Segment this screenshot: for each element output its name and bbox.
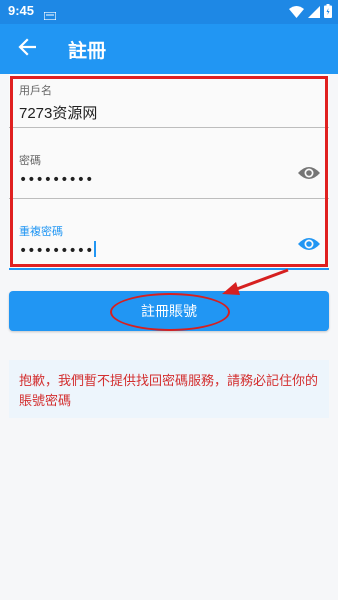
notice-text: 抱歉，我們暫不提供找回密碼服務，請務必記住你的賬號密碼	[19, 374, 319, 409]
eye-icon[interactable]	[297, 235, 321, 253]
password-label: 密碼	[19, 154, 41, 167]
signal-icon	[308, 5, 320, 23]
confirm-password-value: •••••••••	[19, 243, 94, 259]
confirm-password-input[interactable]: •••••••••	[19, 241, 97, 259]
back-button[interactable]	[12, 34, 42, 64]
password-field[interactable]: 密碼 •••••••••	[9, 128, 329, 199]
page-title: 註冊	[68, 40, 107, 62]
eye-icon[interactable]	[297, 164, 321, 182]
registration-form: 用戶名 7273资源网 密碼 ••••••••• 重複密碼 •••••••••	[9, 74, 329, 270]
register-button[interactable]: 註冊賬號	[9, 291, 329, 331]
confirm-password-label: 重複密碼	[19, 225, 63, 238]
battery-icon	[324, 4, 332, 23]
username-input[interactable]: 7273资源网	[19, 102, 97, 123]
username-field[interactable]: 用戶名 7273资源网	[9, 74, 329, 128]
username-label: 用戶名	[19, 84, 52, 97]
wifi-icon	[289, 5, 304, 23]
app-bar: 註冊	[0, 24, 338, 74]
text-cursor	[94, 241, 97, 257]
status-bar: 9:45	[0, 0, 338, 24]
confirm-password-field[interactable]: 重複密碼 •••••••••	[9, 199, 329, 270]
status-time: 9:45	[8, 3, 35, 18]
register-button-label: 註冊賬號	[141, 304, 197, 320]
arrow-left-icon	[18, 38, 37, 60]
notice-box: 抱歉，我們暫不提供找回密碼服務，請務必記住你的賬號密碼	[9, 360, 329, 418]
password-input[interactable]: •••••••••	[19, 172, 93, 188]
notification-icon	[43, 7, 57, 25]
